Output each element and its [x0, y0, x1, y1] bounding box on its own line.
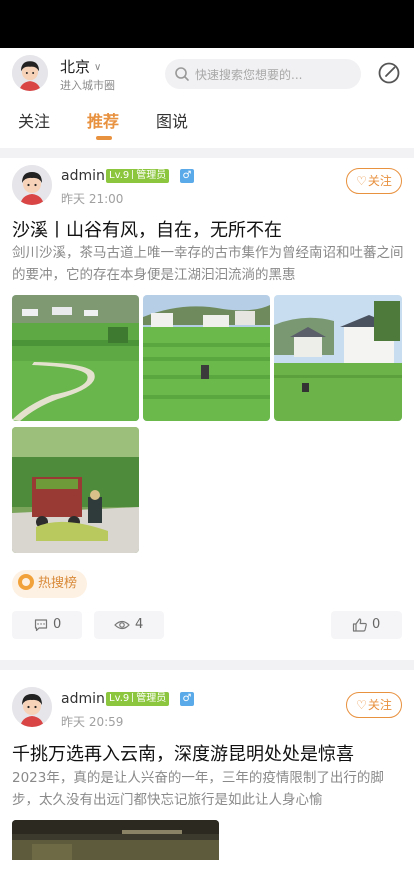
post-title[interactable]: 沙溪丨山谷有风，自在，无所不在: [12, 216, 282, 242]
post-image[interactable]: [143, 295, 270, 421]
post-time: 昨天 21:00: [61, 192, 124, 206]
chevron-down-icon: ∨: [94, 62, 102, 73]
level-badge: Lv.9 管理员: [106, 692, 170, 706]
follow-label: 关注: [367, 174, 392, 188]
follow-button[interactable]: ♡关注: [346, 692, 402, 718]
section-divider: [0, 148, 414, 158]
search-icon: [175, 67, 189, 81]
status-bar: [0, 0, 414, 48]
level-badge: Lv.9 管理员: [106, 169, 170, 183]
post-image[interactable]: [12, 820, 219, 860]
role-text: 管理员: [136, 170, 167, 181]
level-text: Lv.9: [109, 693, 130, 704]
author-avatar[interactable]: [12, 165, 52, 205]
city-name: 北京: [60, 58, 91, 76]
level-text: Lv.9: [109, 170, 130, 181]
hot-search-label: 热搜榜: [38, 576, 78, 591]
post-card[interactable]: admin Lv.9 管理员 ♂ 昨天 20:59 ♡关注 千挑万选再入云南，深度…: [0, 670, 414, 896]
thumbs-up-icon: [352, 618, 367, 632]
views-button[interactable]: 4: [94, 611, 164, 639]
tab-recommend[interactable]: 推荐: [87, 108, 119, 132]
feed-tabs: 关注 推荐 图说: [0, 108, 414, 144]
comment-button[interactable]: 0: [12, 611, 82, 639]
post-excerpt[interactable]: 剑川沙溪，茶马古道上唯一幸存的古市集作为曾经南诏和吐蕃之间的要冲，它的存在本身便…: [12, 242, 404, 286]
post-card[interactable]: admin Lv.9 管理员 ♂ 昨天 21:00 ♡关注 沙溪丨山谷有风，自在，…: [0, 158, 414, 658]
views-count: 4: [135, 617, 144, 632]
like-button[interactable]: 0: [331, 611, 402, 639]
male-icon: ♂: [180, 692, 194, 706]
follow-button[interactable]: ♡关注: [346, 168, 402, 194]
hot-search-tag[interactable]: 热搜榜: [12, 570, 88, 598]
male-icon: ♂: [180, 169, 194, 183]
follow-label: 关注: [367, 698, 392, 712]
author-avatar[interactable]: [12, 687, 52, 727]
post-title[interactable]: 千挑万选再入云南，深度游昆明处处是惊喜: [12, 740, 354, 766]
search-placeholder: 快速搜索您想要的...: [195, 68, 303, 82]
section-divider: [0, 660, 414, 670]
active-tab-indicator: [96, 136, 112, 140]
post-excerpt[interactable]: 2023年，真的是让人兴奋的一年，三年的疫情限制了出行的脚步，太久没有出远门都快…: [12, 767, 404, 811]
role-text: 管理员: [136, 693, 167, 704]
post-image[interactable]: [12, 427, 139, 553]
post-time: 昨天 20:59: [61, 715, 124, 729]
city-selector[interactable]: 北京 ∨: [60, 56, 101, 77]
top-bar: 北京 ∨ 进入城市圈 快速搜索您想要的...: [0, 48, 414, 100]
heart-icon: ♡: [356, 174, 367, 188]
edit-icon[interactable]: [377, 61, 401, 85]
author-name[interactable]: admin: [61, 691, 105, 707]
tab-photo-story[interactable]: 图说: [156, 108, 188, 132]
eye-icon: [114, 620, 130, 630]
comment-icon: [34, 619, 48, 632]
user-avatar[interactable]: [12, 55, 48, 91]
fire-icon: [18, 574, 34, 590]
post-image[interactable]: [274, 295, 402, 421]
tab-follow[interactable]: 关注: [18, 108, 50, 132]
post-image[interactable]: [12, 295, 139, 421]
search-input[interactable]: 快速搜索您想要的...: [165, 59, 361, 89]
heart-icon: ♡: [356, 698, 367, 712]
author-name[interactable]: admin: [61, 168, 105, 184]
city-circle-link[interactable]: 进入城市圈: [60, 77, 115, 93]
comment-count: 0: [53, 617, 62, 632]
like-count: 0: [372, 617, 381, 632]
